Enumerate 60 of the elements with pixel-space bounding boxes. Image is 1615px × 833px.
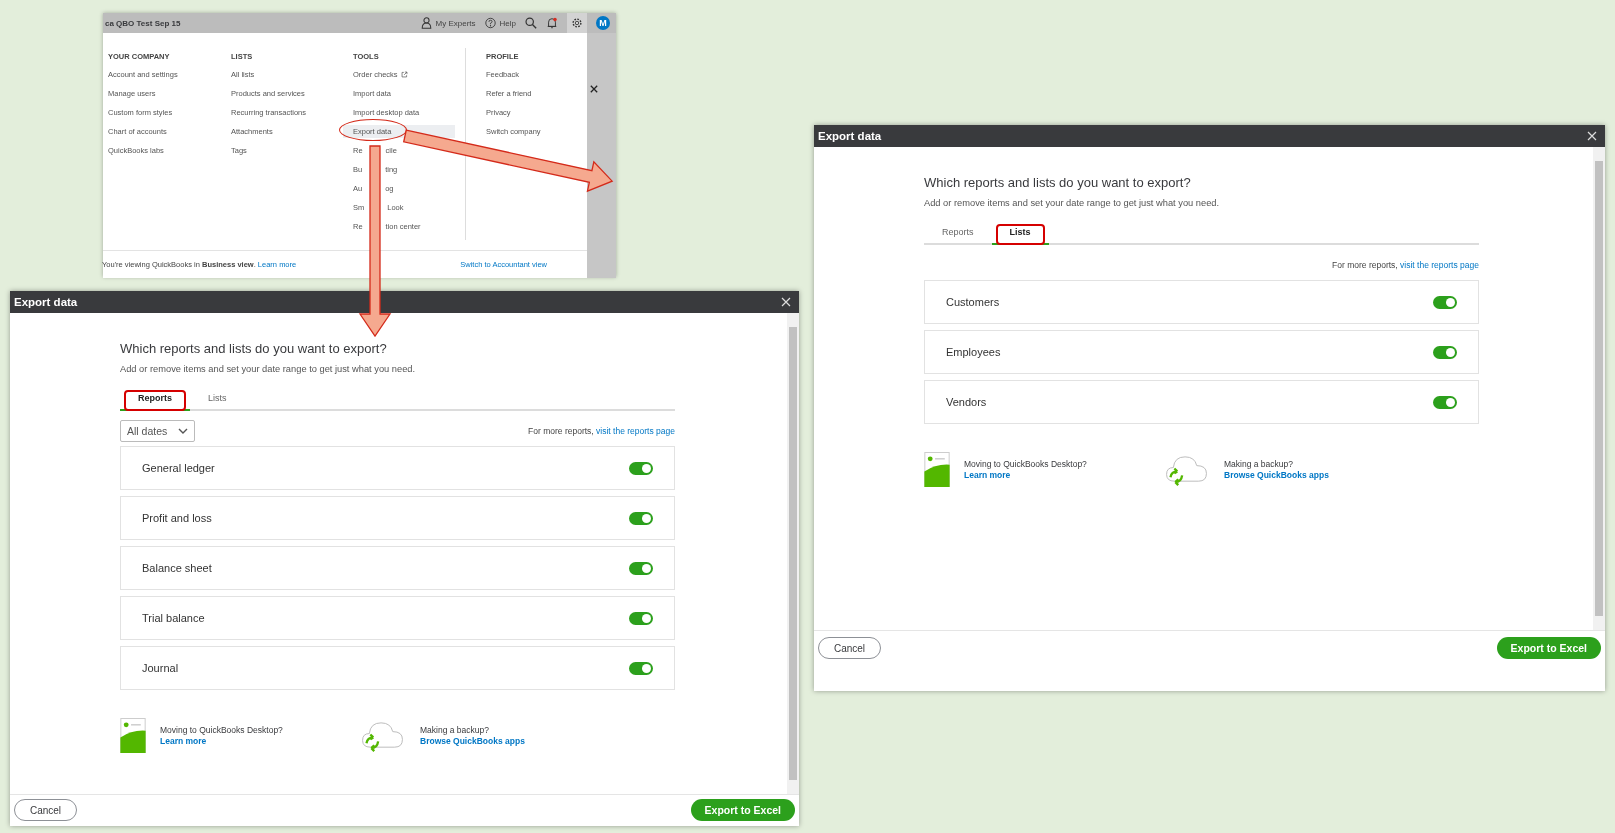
desktop-icon bbox=[924, 452, 950, 487]
dialog-heading: Which reports and lists do you want to export? bbox=[924, 174, 1192, 192]
row-label: General ledger bbox=[142, 462, 215, 474]
promo-link[interactable]: Browse QuickBooks apps bbox=[420, 735, 525, 747]
row-label: Vendors bbox=[946, 396, 987, 408]
promo-link[interactable]: Learn more bbox=[160, 735, 283, 747]
toggle-switch[interactable] bbox=[629, 461, 653, 475]
tab[interactable]: Reports bbox=[924, 221, 992, 245]
promo-link[interactable]: Browse QuickBooks apps bbox=[1224, 469, 1329, 481]
dialog-heading: Which reports and lists do you want to export? bbox=[120, 340, 388, 358]
tab[interactable]: Reports bbox=[120, 387, 190, 411]
caret-icon bbox=[178, 428, 188, 434]
settings-icon bbox=[571, 17, 583, 29]
toggle-switch[interactable] bbox=[629, 511, 653, 525]
toggle-switch[interactable] bbox=[629, 611, 653, 625]
reports-page-link[interactable]: visit the reports page bbox=[1400, 260, 1479, 270]
toggle-switch[interactable] bbox=[1433, 295, 1457, 309]
scrollbar[interactable] bbox=[787, 313, 799, 794]
desktop-icon bbox=[120, 718, 146, 753]
settings-button[interactable] bbox=[567, 13, 587, 33]
close-icon[interactable] bbox=[781, 297, 791, 307]
tab[interactable]: Lists bbox=[190, 387, 245, 411]
company-name: ca QBO Test Sep 15 bbox=[105, 18, 181, 28]
promo-title: Moving to QuickBooks Desktop? bbox=[964, 458, 1087, 470]
row-label: Trial balance bbox=[142, 612, 205, 624]
help-icon bbox=[484, 17, 496, 29]
promo-link[interactable]: Learn more bbox=[964, 469, 1087, 481]
more-reports-text: For more reports, bbox=[1332, 260, 1398, 270]
dialog-subtitle: Add or remove items and set your date range to get just what you need. bbox=[924, 197, 1221, 210]
close-icon[interactable] bbox=[1587, 131, 1597, 141]
row-label: Employees bbox=[946, 346, 1001, 358]
row-label: Customers bbox=[946, 296, 1000, 308]
cancel-button[interactable]: Cancel bbox=[818, 637, 881, 659]
promo-title: Moving to QuickBooks Desktop? bbox=[160, 724, 283, 736]
row-label: Journal bbox=[142, 662, 179, 674]
scrollbar[interactable] bbox=[1593, 147, 1605, 630]
row-label: Balance sheet bbox=[142, 562, 212, 574]
row-label: Profit and loss bbox=[142, 512, 212, 524]
tab[interactable]: Lists bbox=[991, 221, 1049, 245]
more-reports-text: For more reports, bbox=[528, 426, 594, 436]
avatar[interactable]: M bbox=[596, 16, 610, 30]
dialog-subtitle: Add or remove items and set your date range to get just what you need. bbox=[120, 363, 417, 376]
top-link[interactable]: My Experts bbox=[420, 17, 476, 29]
reports-page-link[interactable]: visit the reports page bbox=[596, 426, 675, 436]
search-icon[interactable] bbox=[525, 17, 537, 29]
promo-title: Making a backup? bbox=[420, 724, 490, 736]
external-link-icon bbox=[400, 71, 408, 78]
toggle-switch[interactable] bbox=[1433, 345, 1457, 359]
promo-title: Making a backup? bbox=[1224, 458, 1294, 470]
dialog-title: Export data bbox=[14, 296, 78, 308]
top-link[interactable]: Help bbox=[484, 17, 516, 29]
bell-icon[interactable] bbox=[546, 17, 558, 29]
person-icon bbox=[420, 17, 432, 29]
toggle-switch[interactable] bbox=[629, 561, 653, 575]
close-icon bbox=[590, 85, 598, 93]
dialog-title: Export data bbox=[818, 130, 882, 142]
cancel-button[interactable]: Cancel bbox=[14, 799, 77, 821]
date-dropdown[interactable]: All dates bbox=[120, 420, 195, 442]
toggle-switch[interactable] bbox=[629, 661, 653, 675]
toggle-switch[interactable] bbox=[1433, 395, 1457, 409]
